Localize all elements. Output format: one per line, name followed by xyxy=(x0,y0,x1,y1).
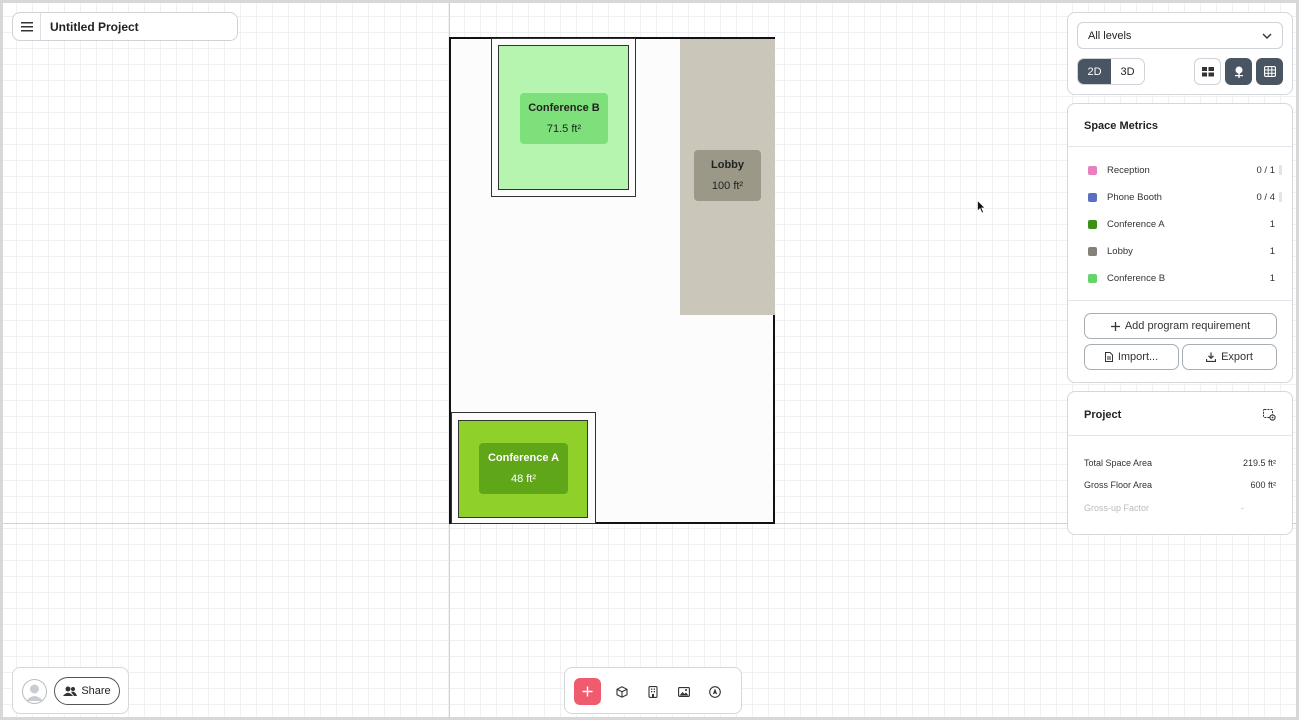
project-row-value: - xyxy=(1241,503,1244,513)
level-select-value: All levels xyxy=(1088,29,1132,42)
metric-row-conference-a[interactable]: Conference A 1 xyxy=(1088,217,1282,231)
project-panel-title: Project xyxy=(1084,409,1122,421)
progress-bar xyxy=(1279,165,1282,175)
menu-button[interactable] xyxy=(13,13,41,40)
building-tool-button[interactable] xyxy=(639,678,666,705)
layout-view-button[interactable] xyxy=(1194,58,1221,85)
room-label-conference-b: Conference B 71.5 ft² xyxy=(520,93,608,144)
room-name: Conference A xyxy=(487,452,560,464)
room-area: 48 ft² xyxy=(510,473,537,485)
space-metrics-title: Space Metrics xyxy=(1084,120,1158,132)
project-row-label: Gross Floor Area xyxy=(1084,480,1153,490)
building-icon xyxy=(647,685,658,698)
metric-row-conference-b[interactable]: Conference B 1 xyxy=(1088,271,1282,285)
mode-2d-button[interactable]: 2D xyxy=(1078,59,1111,84)
level-select[interactable]: All levels xyxy=(1077,22,1283,49)
metric-name: Conference A xyxy=(1107,218,1165,230)
divider xyxy=(1068,146,1292,147)
metric-value: 1 xyxy=(1269,245,1275,257)
room-conference-b[interactable]: Conference B 71.5 ft² xyxy=(498,45,629,190)
metric-row-reception[interactable]: Reception 0 / 1 xyxy=(1088,163,1282,177)
room-label-lobby: Lobby 100 ft² xyxy=(694,150,761,201)
metric-value: 1 xyxy=(1269,272,1275,284)
add-space-button[interactable] xyxy=(574,678,601,705)
image-tool-button[interactable] xyxy=(670,678,697,705)
compass-tool-button[interactable] xyxy=(701,678,728,705)
color-swatch xyxy=(1088,165,1097,175)
metric-name: Conference B xyxy=(1107,272,1166,284)
import-button[interactable]: Import... xyxy=(1084,344,1179,370)
room-conference-a[interactable]: Conference A 48 ft² xyxy=(458,420,588,518)
add-program-requirement-button[interactable]: Add program requirement xyxy=(1084,313,1277,339)
project-settings-button[interactable] xyxy=(1263,408,1276,426)
metric-row-phone-booth[interactable]: Phone Booth 0 / 4 xyxy=(1088,190,1282,204)
metric-value: 1 xyxy=(1269,218,1275,230)
project-row-gross-floor-area: Gross Floor Area 600 ft² xyxy=(1084,480,1276,490)
file-icon xyxy=(1104,352,1113,362)
divider xyxy=(1068,300,1292,301)
metric-name: Lobby xyxy=(1107,245,1133,257)
add-program-requirement-label: Add program requirement xyxy=(1124,320,1251,332)
progress-bar xyxy=(1279,192,1282,202)
project-panel: Project Total Space Area 219.5 ft² Gross… xyxy=(1067,391,1293,535)
settings-frame-icon xyxy=(1263,409,1276,421)
table-view-button[interactable] xyxy=(1256,58,1283,85)
project-row-value: 219.5 ft² xyxy=(1242,458,1276,468)
color-swatch xyxy=(1088,273,1097,283)
color-swatch xyxy=(1088,246,1097,256)
tree-icon xyxy=(1234,66,1243,78)
hamburger-icon xyxy=(20,21,33,31)
space-metrics-panel: Space Metrics Reception 0 / 1 Phone Boot… xyxy=(1067,103,1293,383)
collaborators-bar: Share xyxy=(12,667,129,714)
room-lobby[interactable]: Lobby 100 ft² xyxy=(680,39,775,315)
presentation-view-button[interactable] xyxy=(1225,58,1252,85)
metric-row-lobby[interactable]: Lobby 1 xyxy=(1088,244,1282,258)
table-icon xyxy=(1263,66,1276,77)
metric-name: Reception xyxy=(1107,164,1150,176)
chevron-down-icon xyxy=(1262,33,1272,39)
plus-icon xyxy=(582,686,593,697)
project-row-total-space-area: Total Space Area 219.5 ft² xyxy=(1084,458,1276,468)
user-avatar-icon xyxy=(22,679,47,704)
room-label-conference-a: Conference A 48 ft² xyxy=(479,443,568,494)
mouse-cursor-icon xyxy=(977,200,986,214)
view-controls-panel: All levels 2D 3D xyxy=(1067,12,1293,95)
cube-tool-button[interactable] xyxy=(608,678,635,705)
metric-value: 0 / 1 xyxy=(1256,164,1276,176)
room-area: 71.5 ft² xyxy=(546,123,582,135)
avatar[interactable] xyxy=(22,679,47,704)
metric-name: Phone Booth xyxy=(1107,191,1162,203)
project-row-gross-up-factor[interactable]: Gross-up Factor - xyxy=(1084,503,1276,513)
divider xyxy=(1068,435,1292,436)
share-label: Share xyxy=(81,685,111,697)
users-icon xyxy=(63,686,78,696)
color-swatch xyxy=(1088,219,1097,229)
compass-icon xyxy=(708,685,721,698)
project-row-label: Total Space Area xyxy=(1084,458,1153,468)
view-mode-toggle: 2D 3D xyxy=(1077,58,1145,85)
bottom-toolbar xyxy=(564,667,742,714)
export-button[interactable]: Export xyxy=(1182,344,1277,370)
cube-icon xyxy=(615,685,628,698)
export-label: Export xyxy=(1221,351,1253,363)
plus-icon xyxy=(1110,321,1120,331)
floor-plan[interactable]: Conference B 71.5 ft² Lobby 100 ft² Conf… xyxy=(449,37,775,524)
mode-3d-button[interactable]: 3D xyxy=(1111,59,1144,84)
project-title[interactable]: Untitled Project xyxy=(41,20,139,34)
image-icon xyxy=(677,686,690,697)
metric-value: 0 / 4 xyxy=(1256,191,1276,203)
room-name: Conference B xyxy=(528,102,600,114)
color-swatch xyxy=(1088,192,1097,202)
project-row-label: Gross-up Factor xyxy=(1084,503,1150,513)
download-icon xyxy=(1206,352,1217,362)
project-bar: Untitled Project xyxy=(12,12,238,41)
room-area: 100 ft² xyxy=(711,180,744,192)
project-row-value: 600 ft² xyxy=(1250,480,1276,490)
room-name: Lobby xyxy=(711,159,744,171)
share-button[interactable]: Share xyxy=(54,677,120,705)
grid-list-icon xyxy=(1201,66,1214,76)
import-label: Import... xyxy=(1117,351,1159,363)
